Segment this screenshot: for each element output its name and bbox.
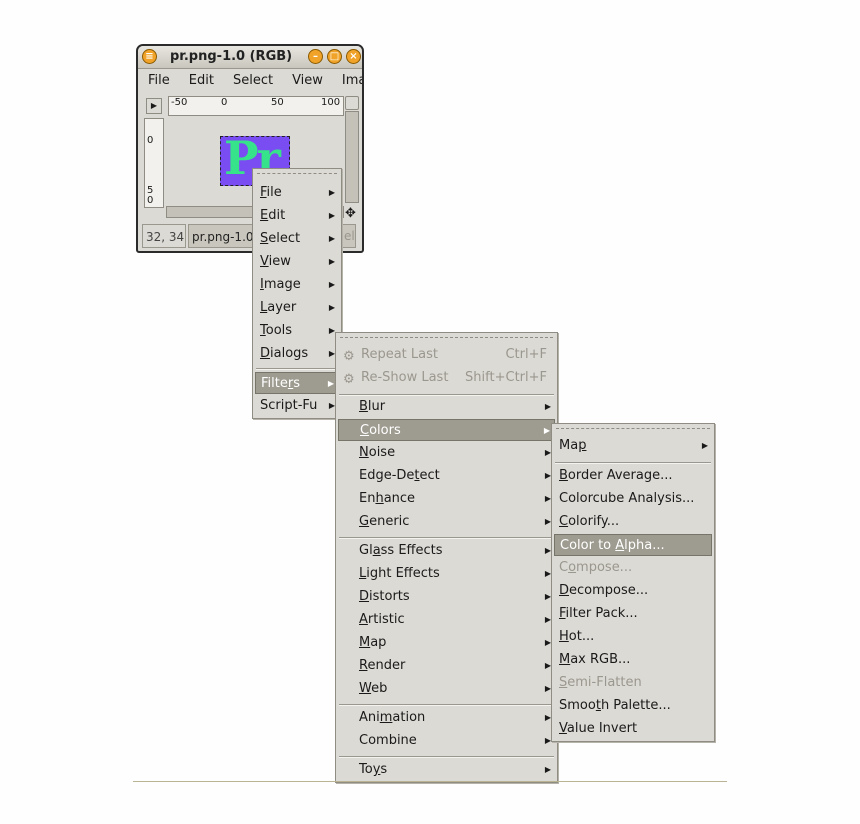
menu-item-hot[interactable]: Hot... xyxy=(554,626,712,648)
menu-item-edge-detect[interactable]: Edge-Detect ▶ xyxy=(338,465,555,487)
menu-item-combine[interactable]: Combine ▶ xyxy=(338,730,555,752)
menu-item-animation[interactable]: Animation ▶ xyxy=(338,707,555,729)
tearoff-line[interactable] xyxy=(257,173,337,174)
window-title: pr.png-1.0 (RGB) xyxy=(170,49,293,64)
menu-item-value-invert[interactable]: Value Invert xyxy=(554,718,712,740)
menu-item-glass-effects[interactable]: Glass Effects ▶ xyxy=(338,540,555,562)
menu-item-compose[interactable]: Compose... xyxy=(554,557,712,579)
image-menubar: FileEditSelectViewIma xyxy=(138,69,362,92)
horizontal-ruler: -50 0 50 100 xyxy=(168,96,344,116)
menubar-edit[interactable]: Edit xyxy=(177,69,221,88)
menu-item-colorify[interactable]: Colorify... xyxy=(554,511,712,533)
menu-separator xyxy=(339,704,554,706)
vertical-scrollbar[interactable] xyxy=(345,111,359,203)
menu-item-view[interactable]: View ▶ xyxy=(255,251,339,273)
tearoff-line[interactable] xyxy=(556,428,710,429)
menubar-view[interactable]: View xyxy=(280,69,330,88)
pointer-coordinates: 32, 34 xyxy=(142,224,186,248)
close-icon[interactable]: × xyxy=(346,49,361,64)
menu-item-colorcube-analysis[interactable]: Colorcube Analysis... xyxy=(554,488,712,510)
menubar-select[interactable]: Select xyxy=(221,69,280,88)
menu-separator xyxy=(256,368,338,370)
menu-item-edit[interactable]: Edit ▶ xyxy=(255,205,339,227)
repeat-gears-icon: ⚙ xyxy=(343,349,355,364)
window-menu-icon[interactable]: ≡ xyxy=(142,49,157,64)
menu-item-layer[interactable]: Layer ▶ xyxy=(255,297,339,319)
menu-item-enhance[interactable]: Enhance ▶ xyxy=(338,488,555,510)
menu-item-dialogs[interactable]: Dialogs ▶ xyxy=(255,343,339,365)
menu-item-distorts[interactable]: Distorts ▶ xyxy=(338,586,555,608)
tearoff-line[interactable] xyxy=(340,337,553,338)
vertical-ruler: 0 5 0 xyxy=(144,118,164,208)
menu-item-reshow-last[interactable]: ⚙ Re-Show Last Shift+Ctrl+F xyxy=(338,367,555,389)
menubar-file[interactable]: File xyxy=(138,69,177,88)
menu-item-render[interactable]: Render ▶ xyxy=(338,655,555,677)
menu-item-colors[interactable]: Colors ▶ xyxy=(338,419,555,441)
menu-item-color-to-alpha[interactable]: Color to Alpha... xyxy=(554,534,712,556)
filters-menu: ⚙ Repeat Last Ctrl+F ⚙ Re-Show Last Shift+… xyxy=(335,332,558,783)
reshow-gears-icon: ⚙ xyxy=(343,372,355,387)
menu-item-toys[interactable]: Toys ▶ xyxy=(338,759,555,781)
menu-item-select[interactable]: Select ▶ xyxy=(255,228,339,250)
menu-item-smooth-palette[interactable]: Smooth Palette... xyxy=(554,695,712,717)
menu-item-max-rgb[interactable]: Max RGB... xyxy=(554,649,712,671)
menu-separator xyxy=(339,537,554,539)
navigate-icon[interactable]: ✥ xyxy=(345,206,356,221)
menu-item-colors-map[interactable]: Map ▶ xyxy=(554,435,712,457)
menubar-image[interactable]: Ima xyxy=(330,69,362,88)
minimize-icon[interactable]: – xyxy=(308,49,323,64)
menu-item-repeat-last[interactable]: ⚙ Repeat Last Ctrl+F xyxy=(338,344,555,366)
menu-item-web[interactable]: Web ▶ xyxy=(338,678,555,700)
menu-item-decompose[interactable]: Decompose... xyxy=(554,580,712,602)
menu-item-artistic[interactable]: Artistic ▶ xyxy=(338,609,555,631)
menu-item-tools[interactable]: Tools ▶ xyxy=(255,320,339,342)
colors-submenu: Map ▶ Border Average... Colorcube Analysi… xyxy=(551,423,715,742)
quick-mask-toggle[interactable]: ▶ xyxy=(146,98,162,114)
menu-item-image[interactable]: Image ▶ xyxy=(255,274,339,296)
ruler-tick-label: 100 xyxy=(321,97,341,108)
ruler-tick-label: 0 xyxy=(147,195,154,206)
menu-item-map[interactable]: Map ▶ xyxy=(338,632,555,654)
menu-separator xyxy=(339,756,554,758)
shortcut-label: Ctrl+F xyxy=(505,347,547,362)
cancel-button[interactable]: el xyxy=(344,229,355,243)
ruler-tick-label: 0 xyxy=(147,135,154,146)
window-titlebar[interactable]: ≡ pr.png-1.0 (RGB) – □ × xyxy=(138,46,362,69)
menu-item-filters[interactable]: Filters ▶ xyxy=(255,372,339,394)
menu-item-generic[interactable]: Generic ▶ xyxy=(338,511,555,533)
menu-item-filter-pack[interactable]: Filter Pack... xyxy=(554,603,712,625)
zoom-button[interactable] xyxy=(345,96,359,110)
ruler-tick-label: 0 xyxy=(221,97,228,108)
menu-item-border-average[interactable]: Border Average... xyxy=(554,465,712,487)
menu-item-noise[interactable]: Noise ▶ xyxy=(338,442,555,464)
menu-item-semi-flatten[interactable]: Semi-Flatten xyxy=(554,672,712,694)
ruler-tick-label: -50 xyxy=(171,97,188,108)
ruler-tick-label: 50 xyxy=(271,97,284,108)
menu-item-blur[interactable]: Blur ▶ xyxy=(338,396,555,418)
image-context-menu: File ▶ Edit ▶ Select ▶ View ▶ Image ▶ Layer ▶ … xyxy=(252,168,342,419)
maximize-icon[interactable]: □ xyxy=(327,49,342,64)
menu-separator xyxy=(555,462,711,464)
shortcut-label: Shift+Ctrl+F xyxy=(465,370,547,385)
menu-item-script-fu[interactable]: Script-Fu ▶ xyxy=(255,395,339,417)
menu-item-light-effects[interactable]: Light Effects ▶ xyxy=(338,563,555,585)
menu-item-file[interactable]: File ▶ xyxy=(255,182,339,204)
divider-line xyxy=(133,781,727,782)
